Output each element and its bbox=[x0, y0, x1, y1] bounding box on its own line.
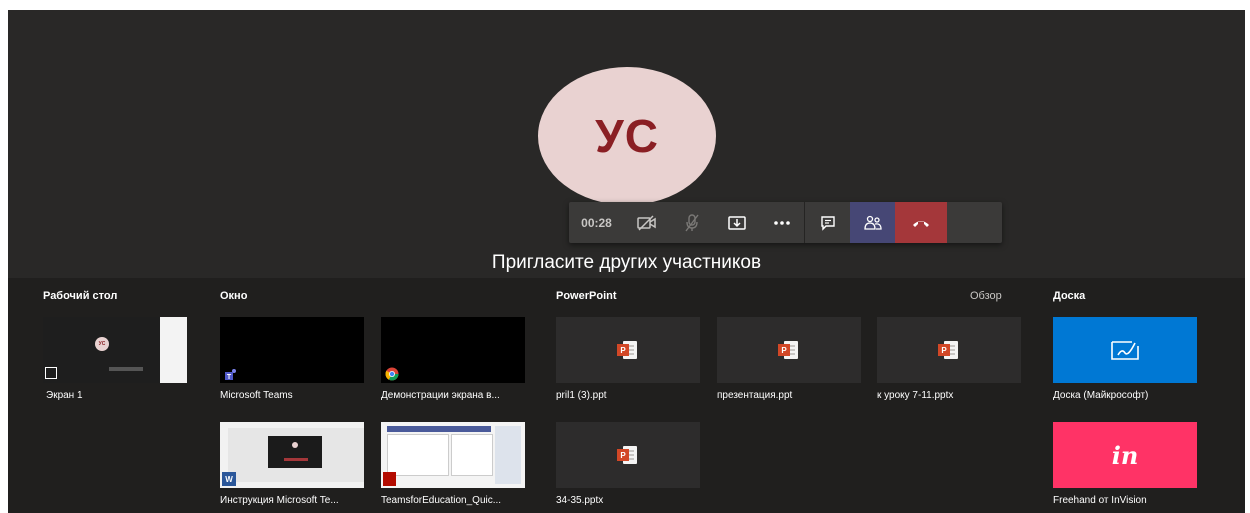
invision-freehand-tile[interactable]: in bbox=[1053, 422, 1197, 488]
thumb-avatar: УС bbox=[95, 337, 109, 351]
mic-toggle-button[interactable] bbox=[669, 202, 714, 243]
ppt-file-tile[interactable]: P bbox=[877, 317, 1021, 383]
powerpoint-icon: P bbox=[778, 340, 800, 360]
powerpoint-icon: P bbox=[617, 340, 639, 360]
window-word-doc-tile[interactable]: W bbox=[220, 422, 364, 488]
chrome-icon bbox=[385, 367, 399, 381]
teams-icon: T bbox=[225, 369, 236, 381]
hang-up-button[interactable] bbox=[895, 202, 947, 243]
share-tray-icon bbox=[727, 215, 746, 230]
invite-participants-text[interactable]: Пригласите других участников bbox=[8, 252, 1245, 274]
participant-avatar: УС bbox=[538, 67, 716, 205]
window-item-label: Демонстрации экрана в... bbox=[381, 390, 500, 401]
svg-text:T: T bbox=[227, 374, 232, 381]
pdf-icon bbox=[383, 472, 396, 486]
section-powerpoint-header: PowerPoint bbox=[556, 290, 617, 302]
ppt-file-label: к уроку 7-11.pptx bbox=[877, 390, 954, 401]
section-whiteboard-header: Доска bbox=[1053, 290, 1086, 302]
screen-share-icon bbox=[45, 367, 57, 379]
ppt-file-label: pril1 (3).ppt bbox=[556, 390, 607, 401]
ppt-file-tile[interactable]: P bbox=[717, 317, 861, 383]
browse-link[interactable]: Обзор bbox=[970, 290, 1002, 302]
whiteboard-item-label: Freehand от InVision bbox=[1053, 495, 1147, 506]
powerpoint-icon: P bbox=[938, 340, 960, 360]
call-stage: УС 00:28 Пригласите других участников bbox=[8, 10, 1245, 278]
more-icon bbox=[773, 220, 790, 225]
teams-meeting-window: УС 00:28 Пригласите других участников Ра… bbox=[8, 10, 1245, 513]
window-teams-tile[interactable]: T bbox=[220, 317, 364, 383]
whiteboard-icon bbox=[1111, 341, 1139, 360]
mic-off-icon bbox=[684, 213, 699, 231]
ppt-file-tile[interactable]: P bbox=[556, 317, 700, 383]
avatar-initials: УС bbox=[595, 110, 659, 162]
window-chrome-tile[interactable] bbox=[381, 317, 525, 383]
powerpoint-icon: P bbox=[617, 445, 639, 465]
camera-off-icon bbox=[636, 214, 656, 231]
people-icon bbox=[863, 215, 882, 230]
desktop-screen-1-tile[interactable]: УС bbox=[43, 317, 187, 383]
word-icon: W bbox=[222, 472, 236, 486]
participants-button[interactable] bbox=[850, 202, 895, 243]
desktop-item-label: Экран 1 bbox=[46, 390, 83, 401]
ppt-file-label: 34-35.pptx bbox=[556, 495, 604, 506]
more-options-button[interactable] bbox=[759, 202, 804, 243]
call-timer: 00:28 bbox=[581, 215, 612, 230]
window-item-label: Microsoft Teams bbox=[220, 390, 293, 401]
window-item-label: Инструкция Microsoft Te... bbox=[220, 495, 339, 506]
chat-button[interactable] bbox=[804, 202, 850, 243]
hang-up-icon bbox=[913, 220, 929, 227]
ppt-file-tile[interactable]: P bbox=[556, 422, 700, 488]
section-desktop-header: Рабочий стол bbox=[43, 290, 118, 302]
window-pdf-tile[interactable] bbox=[381, 422, 525, 488]
microsoft-whiteboard-tile[interactable] bbox=[1053, 317, 1197, 383]
ppt-file-label: презентация.ppt bbox=[717, 390, 793, 401]
whiteboard-item-label: Доска (Майкрософт) bbox=[1053, 390, 1149, 401]
invision-logo: in bbox=[1111, 440, 1139, 470]
window-item-label: TeamsforEducation_Quic... bbox=[381, 495, 502, 506]
chat-icon bbox=[820, 215, 835, 231]
share-screen-button[interactable] bbox=[714, 202, 759, 243]
call-controls-bar: 00:28 bbox=[569, 202, 1002, 243]
section-window-header: Окно bbox=[220, 290, 248, 302]
camera-toggle-button[interactable] bbox=[624, 202, 669, 243]
